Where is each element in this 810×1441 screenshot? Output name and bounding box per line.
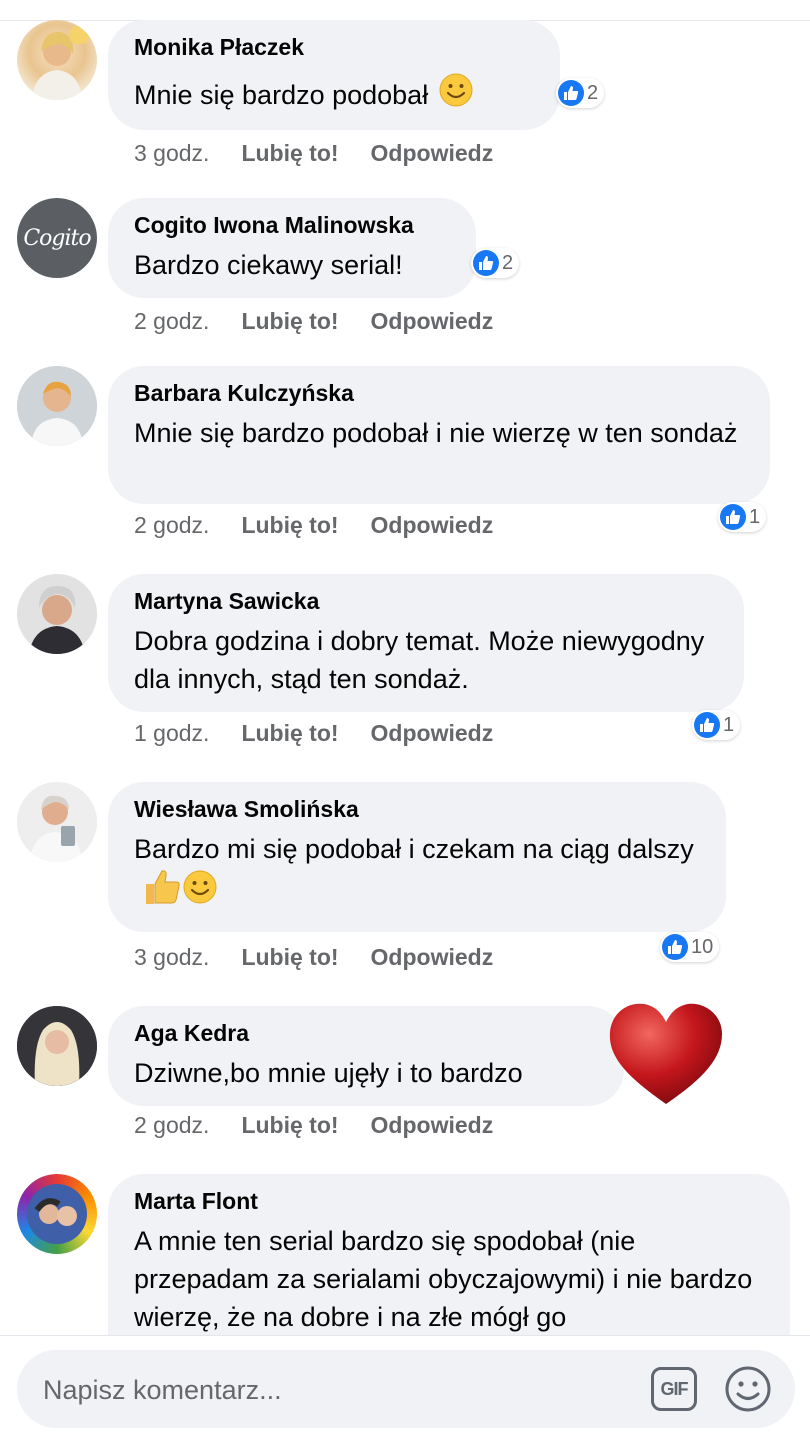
comment-bubble[interactable]: Aga Kedra Dziwne,bo mnie ujęły i to bard… [108,1006,624,1106]
smile-emoji-icon [182,869,218,915]
reaction-count-value: 10 [691,935,714,958]
reply-link[interactable]: Odpowiedz [371,140,494,166]
reaction-count[interactable]: 10 [660,932,720,962]
like-reaction-icon [720,504,746,530]
comment-meta: 3 godz. Lubię to! Odpowiedz [134,944,525,971]
thumbs-up-emoji-icon [142,868,182,916]
like-link[interactable]: Lubię to! [241,140,338,166]
comment-time[interactable]: 1 godz. [134,720,209,746]
avatar[interactable] [17,366,97,446]
comment-text: Bardzo ciekawy serial! [134,250,403,280]
comment-meta: 2 godz. Lubię to! Odpowiedz [134,308,525,335]
comment-meta: 2 godz. Lubię to! Odpowiedz [134,1112,525,1139]
comment-time[interactable]: 3 godz. [134,944,209,970]
comment-meta: 3 godz. Lubię to! Odpowiedz [134,140,525,167]
avatar[interactable] [17,1174,97,1254]
smiley-icon[interactable] [723,1364,773,1414]
like-link[interactable]: Lubię to! [241,308,338,334]
reaction-count-value: 2 [502,251,514,274]
comment-composer[interactable]: GIF [17,1350,795,1428]
comment-bubble[interactable]: Cogito Iwona Malinowska Bardzo ciekawy s… [108,198,476,298]
like-reaction-icon [473,250,499,276]
gif-button[interactable]: GIF [651,1367,697,1411]
reaction-count-value: 2 [587,81,599,104]
reaction-count[interactable]: 2 [471,248,520,278]
top-divider [0,0,810,21]
comment-text: Bardzo mi się podobał i czekam na ciąg d… [134,834,694,864]
like-link[interactable]: Lubię to! [241,512,338,538]
comment-text: A mnie ten serial bardzo się spodobał (n… [134,1226,753,1332]
avatar[interactable]: Cogito [17,198,97,278]
like-reaction-icon [694,712,720,738]
avatar[interactable] [17,1006,97,1086]
comment-meta: 1 godz. Lubię to! Odpowiedz [134,720,525,747]
comment-author[interactable]: Aga Kedra [134,1018,598,1048]
comment-text: Dziwne,bo mnie ujęły i to bardzo [134,1058,523,1088]
reply-link[interactable]: Odpowiedz [371,720,494,746]
avatar-logo-text: Cogito [23,225,91,251]
like-reaction-icon [558,80,584,106]
avatar[interactable] [17,20,97,100]
comment-meta: 2 godz. Lubię to! Odpowiedz [134,512,525,539]
reply-link[interactable]: Odpowiedz [371,308,494,334]
comment-text: Mnie się bardzo podobał i nie wierzę w t… [134,418,738,448]
comment-time[interactable]: 2 godz. [134,512,209,538]
smile-emoji-icon [438,72,474,118]
like-link[interactable]: Lubię to! [241,720,338,746]
like-link[interactable]: Lubię to! [241,944,338,970]
reaction-count[interactable]: 2 [556,78,605,108]
reaction-count-value: 1 [723,713,735,736]
comment-text: Mnie się bardzo podobał [134,80,429,110]
heart-sticker-icon [606,998,726,1113]
comment-text: Dobra godzina i dobry temat. Może niewyg… [134,626,705,694]
comment-author[interactable]: Martyna Sawicka [134,586,718,616]
like-link[interactable]: Lubię to! [241,1112,338,1138]
comment-bubble[interactable]: Martyna Sawicka Dobra godzina i dobry te… [108,574,744,712]
reply-link[interactable]: Odpowiedz [371,512,494,538]
comment-time[interactable]: 2 godz. [134,308,209,334]
reply-link[interactable]: Odpowiedz [371,944,494,970]
comment-bubble[interactable]: Wiesława Smolińska Bardzo mi się podobał… [108,782,726,932]
comment-time[interactable]: 3 godz. [134,140,209,166]
comment-author[interactable]: Monika Płaczek [134,32,534,62]
gif-label: GIF [660,1378,689,1399]
comment-author[interactable]: Wiesława Smolińska [134,794,700,824]
comment-input[interactable] [41,1368,605,1412]
avatar[interactable] [17,574,97,654]
like-reaction-icon [662,934,688,960]
comment-author[interactable]: Barbara Kulczyńska [134,378,744,408]
comment-author[interactable]: Marta Flont [134,1186,764,1216]
reply-link[interactable]: Odpowiedz [371,1112,494,1138]
comment-bubble[interactable]: Barbara Kulczyńska Mnie się bardzo podob… [108,366,770,504]
comment-composer-bar: GIF [0,1335,810,1441]
comment-author[interactable]: Cogito Iwona Malinowska [134,210,450,240]
comment-bubble[interactable]: Monika Płaczek Mnie się bardzo podobał [108,20,560,130]
reaction-count[interactable]: 1 [718,502,767,532]
comment-time[interactable]: 2 godz. [134,1112,209,1138]
reaction-count[interactable]: 1 [692,710,741,740]
reaction-count-value: 1 [749,505,761,528]
avatar[interactable] [17,782,97,862]
